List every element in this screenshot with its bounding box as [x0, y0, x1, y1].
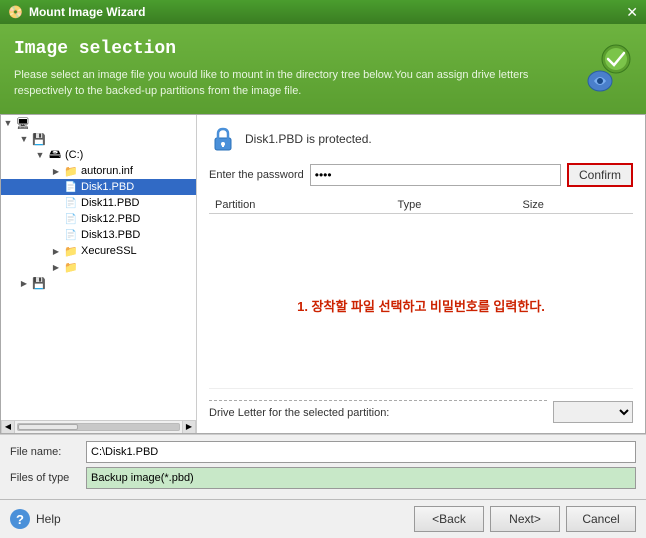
- tree-item-folder-group[interactable]: ▶ 📁: [1, 259, 196, 275]
- left-pane: ▼ 🖥 ▼ 💾 ▼ 🖴 (C:): [1, 115, 197, 433]
- drive-letter-label: Drive Letter for the selected partition:: [209, 400, 547, 419]
- file-disk13-icon: 📄: [63, 228, 79, 242]
- title-bar-title: Mount Image Wizard: [29, 5, 146, 19]
- disk11-label: Disk11.PBD: [81, 197, 139, 209]
- password-row: Enter the password Confirm: [209, 163, 633, 187]
- header-section: Image selection Please select an image f…: [0, 24, 646, 114]
- arrow-root: ▼: [1, 118, 15, 128]
- tree-item-disk13[interactable]: 📄 Disk13.PBD: [1, 227, 196, 243]
- tree-item-cdrive[interactable]: ▼ 🖴 (C:): [1, 147, 196, 163]
- drive-letter-row: Drive Letter for the selected partition:…: [209, 388, 633, 423]
- help-label: Help: [36, 512, 61, 526]
- file-name-input[interactable]: [86, 441, 636, 463]
- file-name-label: File name:: [10, 446, 80, 458]
- password-input[interactable]: [310, 164, 561, 186]
- confirm-button[interactable]: Confirm: [567, 163, 633, 187]
- help-button[interactable]: ? Help: [10, 509, 61, 529]
- arrow-autorun: ▶: [49, 167, 63, 176]
- arrow-cdrive: ▼: [33, 150, 47, 160]
- arrow-xecure: ▶: [49, 247, 63, 256]
- close-button[interactable]: ✕: [626, 5, 638, 19]
- disk12-label: Disk12.PBD: [81, 213, 140, 225]
- cancel-button[interactable]: Cancel: [566, 506, 636, 532]
- col-type: Type: [392, 197, 517, 214]
- horizontal-scrollbar[interactable]: ◀ ▶: [1, 420, 196, 433]
- scroll-left[interactable]: ◀: [1, 420, 15, 433]
- arrow-group: ▶: [49, 263, 63, 272]
- wizard-icon: [580, 43, 632, 95]
- xecure-label: XecureSSL: [81, 245, 137, 257]
- title-bar-icon: 📀: [8, 5, 23, 19]
- file-disk11-icon: 📄: [63, 196, 79, 210]
- arrow-hdd2: ▶: [17, 279, 31, 288]
- drive-letter-select[interactable]: A: B: C: D: E:: [553, 401, 633, 423]
- footer-buttons: <Back Next> Cancel: [414, 506, 636, 532]
- tree-item-autorun[interactable]: ▶ 📁 autorun.inf: [1, 163, 196, 179]
- header-text: Image selection Please select an image f…: [14, 39, 554, 100]
- header-title: Image selection: [14, 39, 554, 59]
- instruction-text: 1. 장착할 파일 선택하고 비밀번호를 입력한다.: [209, 222, 633, 388]
- title-bar-left: 📀 Mount Image Wizard: [8, 5, 146, 19]
- hdd-icon: 💾: [31, 132, 47, 146]
- tree-item-hdd-group[interactable]: ▼ 💾: [1, 131, 196, 147]
- arrow-hdd: ▼: [17, 134, 31, 144]
- autorun-label: autorun.inf: [81, 165, 133, 177]
- scroll-right[interactable]: ▶: [182, 420, 196, 433]
- back-button[interactable]: <Back: [414, 506, 484, 532]
- scroll-thumb[interactable]: [18, 424, 78, 430]
- folder-xecure-icon: 📁: [63, 244, 79, 258]
- folder-autorun-icon: 📁: [63, 164, 79, 178]
- help-icon: ?: [10, 509, 30, 529]
- tree-item-disk11[interactable]: 📄 Disk11.PBD: [1, 195, 196, 211]
- files-of-type-label: Files of type: [10, 472, 80, 484]
- tree-item-disk12[interactable]: 📄 Disk12.PBD: [1, 211, 196, 227]
- file-tree[interactable]: ▼ 🖥 ▼ 💾 ▼ 🖴 (C:): [1, 115, 196, 420]
- file-disk1-icon: 📄: [63, 180, 79, 194]
- computer-icon: 🖥: [15, 116, 31, 130]
- files-of-type-row: Files of type: [10, 467, 636, 489]
- cdrive-label: (C:): [65, 149, 83, 161]
- file-name-row: File name:: [10, 441, 636, 463]
- next-button[interactable]: Next>: [490, 506, 560, 532]
- files-of-type-input[interactable]: [86, 467, 636, 489]
- tree-item-root[interactable]: ▼ 🖥: [1, 115, 196, 131]
- drive-icon: 🖴: [47, 148, 63, 162]
- folder-group-icon: 📁: [63, 260, 79, 274]
- title-bar: 📀 Mount Image Wizard ✕: [0, 0, 646, 24]
- col-partition: Partition: [209, 197, 392, 214]
- right-pane: Disk1.PBD is protected. Enter the passwo…: [197, 115, 645, 433]
- instruction-text-label: 1. 장착할 파일 선택하고 비밀번호를 입력한다.: [297, 296, 545, 315]
- tree-item-hdd2[interactable]: ▶ 💾: [1, 275, 196, 291]
- tree-item-xecure[interactable]: ▶ 📁 XecureSSL: [1, 243, 196, 259]
- protected-text: Disk1.PBD is protected.: [245, 132, 372, 146]
- tree-item-disk1[interactable]: 📄 Disk1.PBD: [1, 179, 196, 195]
- hdd2-icon: 💾: [31, 276, 47, 290]
- header-icon: [580, 43, 632, 95]
- header-description: Please select an image file you would li…: [14, 67, 554, 100]
- lock-icon: [209, 125, 237, 153]
- protected-banner: Disk1.PBD is protected.: [209, 125, 633, 153]
- col-size: Size: [517, 197, 633, 214]
- main-content: ▼ 🖥 ▼ 💾 ▼ 🖴 (C:): [0, 114, 646, 434]
- file-disk12-icon: 📄: [63, 212, 79, 226]
- partition-table: Partition Type Size: [209, 197, 633, 214]
- disk1-label: Disk1.PBD: [81, 181, 134, 193]
- disk13-label: Disk13.PBD: [81, 229, 140, 241]
- bottom-section: File name: Files of type: [0, 434, 646, 499]
- scroll-track[interactable]: [17, 423, 180, 431]
- password-label: Enter the password: [209, 169, 304, 181]
